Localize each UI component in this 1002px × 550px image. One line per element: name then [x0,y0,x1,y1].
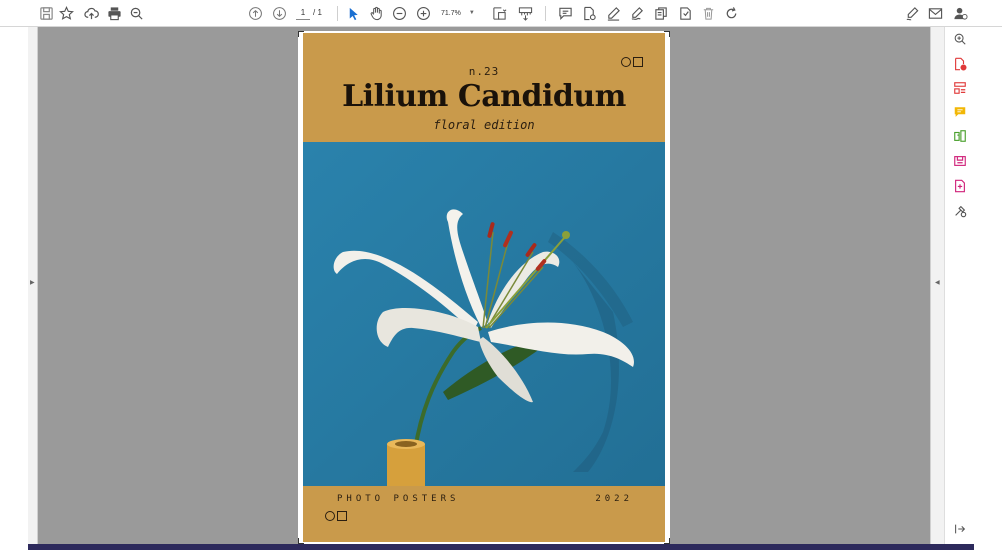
zoom-panel-icon[interactable] [952,31,968,47]
zoom-out-icon[interactable] [390,4,408,22]
cover-footer-label: PHOTO POSTERS [337,494,460,504]
magazine-cover: n.23 Lilium Candidum floral edition PHOT… [303,33,665,542]
copy-text-icon[interactable] [652,4,670,22]
export-pdf-icon[interactable] [952,153,968,169]
organize-pages-icon[interactable] [952,80,968,96]
circle-shape [325,511,335,521]
pdf-viewer-app: 1 / 1 71.7% ▼ ▶ n.23 Lilium Candidum flo… [0,0,1002,550]
delete-icon[interactable] [699,4,717,22]
fill-sign-icon[interactable] [903,4,921,22]
email-icon[interactable] [926,4,944,22]
cloud-upload-icon[interactable] [82,4,100,22]
scroll-mode-icon[interactable] [516,4,534,22]
search-icon[interactable] [127,4,145,22]
lily-illustration [303,142,665,486]
toolbar-divider [337,6,338,21]
left-panel-toggle[interactable]: ▶ [28,27,38,544]
edit-pdf-icon[interactable] [952,178,968,194]
bookmark-star-icon[interactable] [57,4,75,22]
next-page-icon[interactable] [270,4,288,22]
page-number-input[interactable]: 1 [296,6,310,20]
pen-icon[interactable] [604,4,622,22]
save-icon[interactable] [37,4,55,22]
zoom-level-value: 71.7% [441,9,461,17]
tools-side-panel [944,27,974,544]
account-icon[interactable] [951,4,969,22]
print-icon[interactable] [105,4,123,22]
cover-subtitle: floral edition [433,118,535,132]
cover-shape-mark [325,511,347,521]
comment-panel-icon[interactable] [952,104,968,120]
fit-page-icon[interactable] [490,4,508,22]
chevron-left-icon: ◀ [935,279,940,286]
comment-icon[interactable] [556,4,574,22]
more-tools-icon[interactable] [952,203,968,219]
main-toolbar: 1 / 1 71.7% ▼ [0,0,1002,27]
square-shape [337,511,347,521]
hand-pan-icon[interactable] [367,4,385,22]
cover-year: 2022 [595,494,633,504]
cover-title: Lilium Candidum [342,79,626,114]
stamp-icon[interactable] [580,4,598,22]
panel-collapse-icon[interactable] [952,521,968,537]
document-viewer[interactable]: ▶ n.23 Lilium Candidum floral edition PH… [0,27,944,544]
cover-issue-number: n.23 [468,65,500,78]
rotate-icon[interactable] [722,4,740,22]
right-panel-toggle[interactable]: ◀ [930,27,944,544]
zoom-level-select[interactable]: 71.7% ▼ [441,6,481,20]
cover-photo [303,142,665,486]
zoom-in-icon[interactable] [414,4,432,22]
pdf-page: n.23 Lilium Candidum floral edition PHOT… [298,31,670,544]
create-pdf-icon[interactable] [952,56,968,72]
toolbar-divider [545,6,546,21]
sign-icon[interactable] [628,4,646,22]
chevron-right-icon: ▶ [30,279,35,286]
select-arrow-icon[interactable] [344,4,362,22]
page-total-label: / 1 [313,8,322,17]
chevron-down-icon: ▼ [468,10,475,16]
read-aloud-icon[interactable] [676,4,694,22]
taskbar-strip [28,544,974,550]
previous-page-icon[interactable] [246,4,264,22]
combine-files-icon[interactable] [952,128,968,144]
